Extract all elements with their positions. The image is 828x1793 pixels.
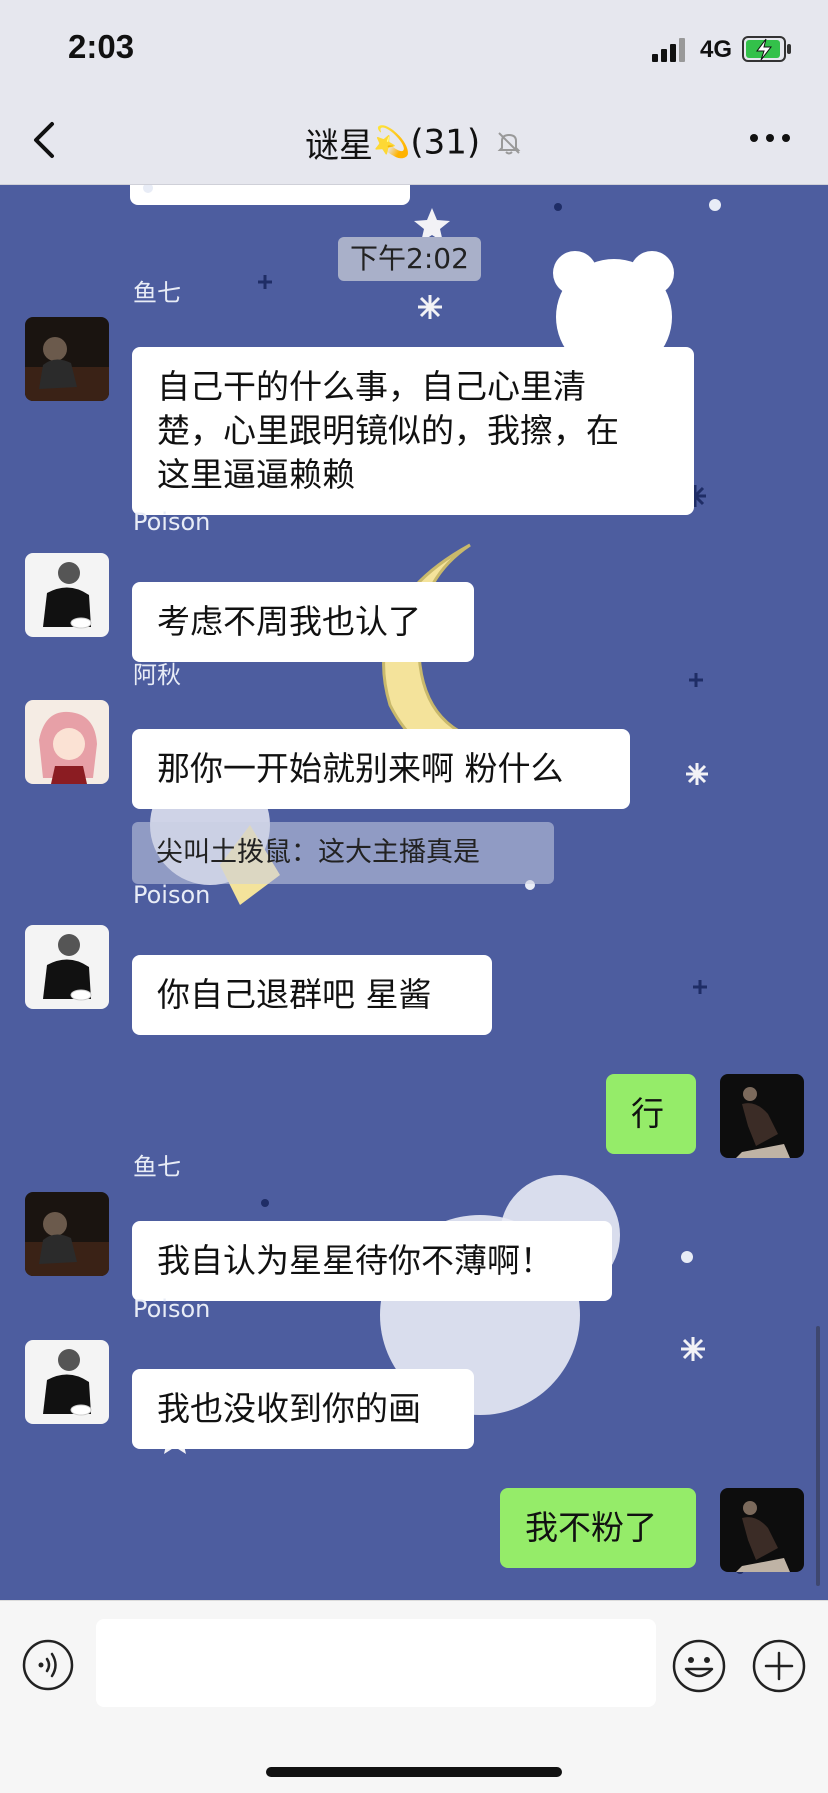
member-count: (31) [410, 122, 481, 163]
message-input-bar [0, 1600, 828, 1793]
sender-name: Poison [133, 508, 211, 536]
sender-name: 阿秋 [133, 661, 181, 689]
avatar-self[interactable] [720, 1488, 804, 1572]
home-indicator[interactable] [266, 1767, 562, 1777]
sparkle-emoji: 💫 [373, 125, 411, 160]
network-type: 4G [700, 36, 733, 63]
message-bubble[interactable]: 你自己退群吧 星酱 [132, 955, 492, 1035]
self-message-bubble[interactable]: 行 [606, 1074, 696, 1154]
message-bubble[interactable]: 我也没收到你的画 [132, 1369, 474, 1449]
sender-name: Poison [133, 1295, 211, 1323]
message-timestamp: 下午2:02 [338, 237, 481, 281]
self-message-bubble[interactable]: 我不粉了 [500, 1488, 696, 1568]
sender-name: 鱼七 [133, 279, 181, 307]
status-bar: 2:03 4G [0, 0, 828, 96]
more-options-icon[interactable] [748, 128, 792, 148]
avatar-self[interactable] [720, 1074, 804, 1158]
chat-messages-area[interactable]: 下午2:02 鱼七 自己干的什么事，自己心里清 楚，心里跟明镜似的，我擦，在 这… [0, 185, 828, 1600]
avatar-poison[interactable] [25, 553, 109, 637]
avatar-aqiu[interactable] [25, 700, 109, 784]
status-time: 2:03 [68, 28, 135, 65]
quoted-message[interactable]: 尖叫土拨鼠：这大主播真是 [132, 822, 554, 884]
mute-bell-icon [497, 131, 521, 154]
avatar-yuqi[interactable] [25, 1192, 109, 1276]
message-line: 楚，心里跟明镜似的，我擦，在 [157, 411, 619, 450]
sender-name: 鱼七 [133, 1153, 181, 1181]
avatar-yuqi[interactable] [25, 317, 109, 401]
message-bubble[interactable]: 我自认为星星待你不薄啊！ [132, 1221, 612, 1301]
avatar-poison[interactable] [25, 1340, 109, 1424]
scrollbar[interactable] [816, 1326, 820, 1586]
group-title: 谜星💫(31) [0, 118, 828, 167]
battery-charging-icon [742, 36, 791, 62]
message-line: 自己干的什么事，自己心里清 [157, 367, 586, 406]
sender-name: Poison [133, 881, 211, 909]
avatar-poison[interactable] [25, 925, 109, 1009]
signal-icon [652, 38, 685, 62]
voice-input-icon[interactable] [22, 1639, 74, 1691]
message-bubble[interactable]: 自己干的什么事，自己心里清 楚，心里跟明镜似的，我擦，在 这里逼逼赖赖 [132, 347, 694, 515]
plus-icon[interactable] [752, 1639, 806, 1693]
message-line: 这里逼逼赖赖 [157, 455, 355, 494]
message-bubble[interactable]: 那你一开始就别来啊 粉什么 [132, 729, 630, 809]
message-bubble[interactable]: 考虑不周我也认了 [132, 582, 474, 662]
message-input[interactable] [96, 1619, 656, 1707]
emoji-icon[interactable] [672, 1639, 726, 1693]
group-name: 谜星 [305, 126, 374, 166]
chat-header: 谜星💫(31) [0, 96, 828, 185]
